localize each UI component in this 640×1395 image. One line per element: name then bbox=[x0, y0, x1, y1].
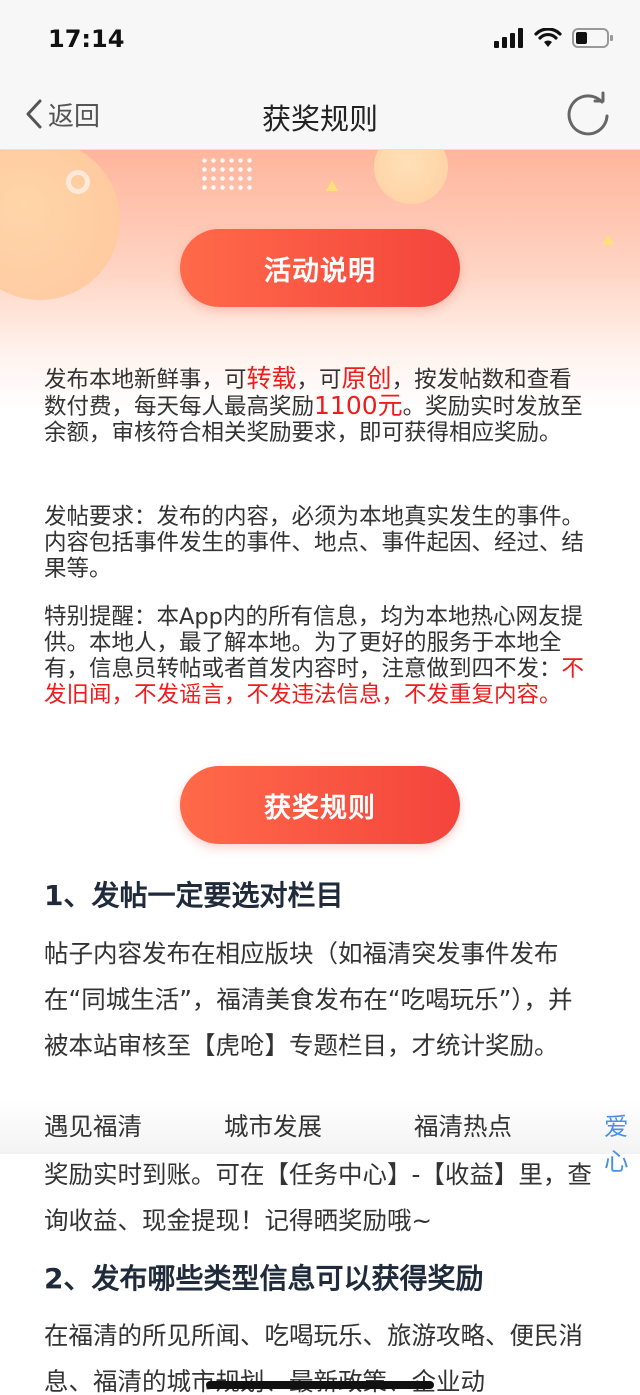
posting-requirements: 发帖要求：发布的内容，必须为本地真实发生的事件。内容包括事件发生的事件、地点、事… bbox=[44, 504, 585, 582]
decor-ring bbox=[66, 170, 90, 194]
nav-bar: 返回 获奖规则 bbox=[0, 80, 640, 150]
refresh-button[interactable] bbox=[562, 88, 614, 144]
decor-triangle bbox=[602, 234, 614, 245]
signal-icon bbox=[494, 28, 523, 48]
highlight-text: 转载 bbox=[246, 364, 297, 393]
status-icons bbox=[494, 28, 614, 48]
highlight-text: 原创 bbox=[341, 364, 392, 393]
award-rules-button[interactable]: 获奖规则 bbox=[180, 766, 460, 844]
activity-description-button[interactable]: 活动说明 bbox=[180, 229, 460, 307]
wifi-icon bbox=[534, 28, 562, 47]
decor-dots bbox=[200, 156, 256, 190]
text: ，可 bbox=[296, 367, 342, 393]
rule-heading-2: 2、发布哪些类型信息可以获得奖励 bbox=[44, 1262, 484, 1295]
category-item[interactable]: 遇见福清 bbox=[44, 1108, 142, 1143]
page-title: 获奖规则 bbox=[261, 102, 378, 136]
battery-icon bbox=[572, 28, 613, 48]
highlight-text: 1100元 bbox=[314, 391, 403, 420]
category-strip: 遇见福清 城市发展 福清热点 爱心 bbox=[0, 1100, 640, 1176]
rule-text-1: 帖子内容发布在相应版块（如福清突发事件发布在“同城生活”，福清美食发布在“吃喝玩… bbox=[44, 939, 573, 1060]
decor-triangle bbox=[326, 180, 338, 191]
status-bar: 17:14 bbox=[0, 0, 640, 80]
status-time: 17:14 bbox=[48, 25, 125, 53]
refresh-icon bbox=[567, 91, 609, 136]
decor-circle bbox=[0, 150, 120, 300]
home-indicator[interactable] bbox=[206, 1381, 434, 1389]
special-reminder: 特别提醒：本App内的所有信息，均为本地热心网友提供。本地人，最了解本地。为了更… bbox=[44, 604, 594, 708]
category-item[interactable]: 福清热点 bbox=[414, 1108, 512, 1143]
category-item[interactable]: 爱心 bbox=[604, 1108, 640, 1178]
category-item[interactable]: 城市发展 bbox=[224, 1108, 322, 1143]
rule-heading-1: 1、发帖一定要选对栏目 bbox=[44, 879, 344, 912]
text: 发布本地新鲜事，可 bbox=[44, 367, 247, 393]
rule-text-2: 奖励实时到账。可在【任务中心】-【收益】里，查询收益、现金提现！记得晒奖励哦~ bbox=[44, 1160, 592, 1235]
text: 特别提醒：本App内的所有信息，均为本地热心网友提供。本地人，最了解本地。为了更… bbox=[44, 604, 583, 682]
intro-paragraph: 发布本地新鲜事，可转载，可原创，按发帖数和查看数付费，每天每人最高奖励1100元… bbox=[44, 364, 594, 447]
decor-circle bbox=[374, 150, 448, 204]
